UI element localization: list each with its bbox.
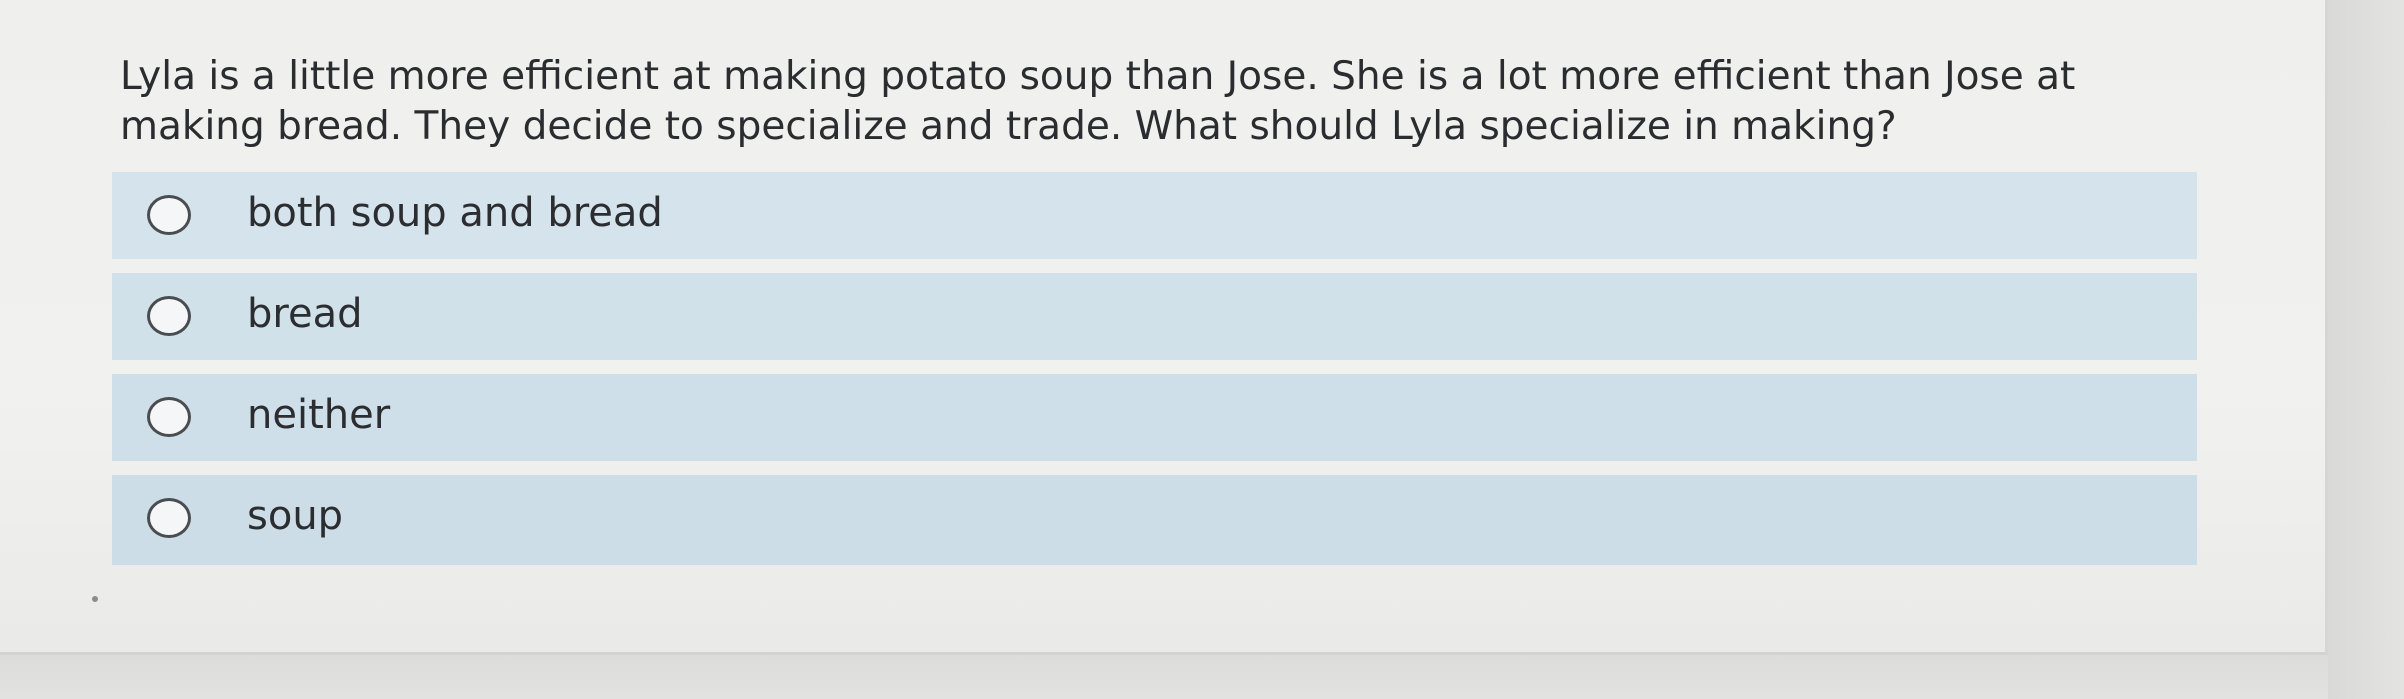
answer-options: both soup and bread bread neither soup (112, 172, 2197, 579)
screen-edge-right (2328, 0, 2404, 699)
option-both-soup-and-bread[interactable]: both soup and bread (112, 172, 2197, 259)
radio-button[interactable] (147, 296, 191, 336)
option-soup[interactable]: soup (112, 475, 2197, 565)
option-bread[interactable]: bread (112, 273, 2197, 360)
option-label: soup (247, 493, 344, 539)
question-text: Lyla is a little more efficient at makin… (120, 54, 2076, 149)
option-label: both soup and bread (247, 190, 663, 236)
screen-edge-bottom (0, 655, 2328, 699)
option-label: neither (247, 392, 391, 438)
option-neither[interactable]: neither (112, 374, 2197, 461)
option-label: bread (247, 291, 363, 337)
radio-button[interactable] (147, 195, 191, 235)
question-card: Lyla is a little more efficient at makin… (0, 0, 2328, 655)
radio-button[interactable] (147, 397, 191, 437)
radio-button[interactable] (147, 498, 191, 538)
screen-background: Lyla is a little more efficient at makin… (0, 0, 2404, 699)
dust-speck (92, 596, 98, 602)
